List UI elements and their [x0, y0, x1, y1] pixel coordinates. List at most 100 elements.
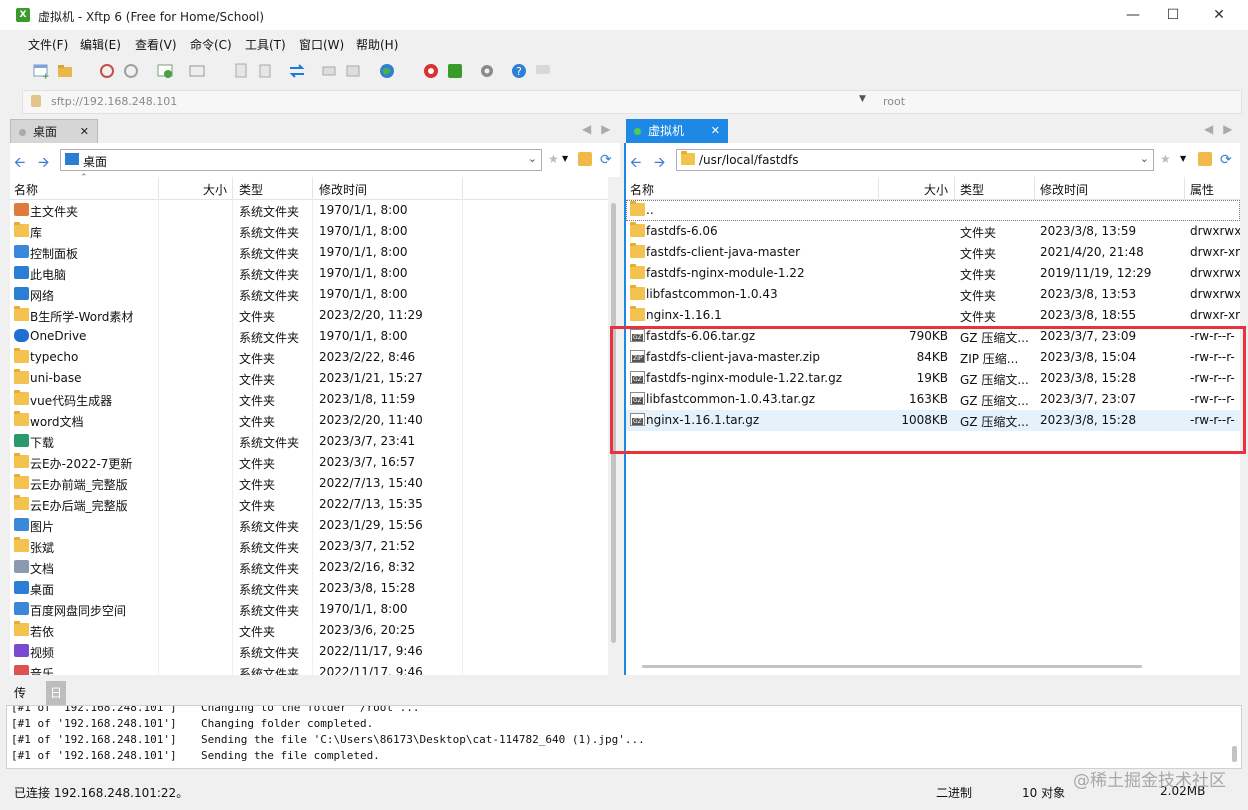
back-arrow-icon[interactable]: 🡨: [14, 152, 25, 176]
back-arrow-icon[interactable]: 🡨: [630, 152, 641, 176]
reconnect-icon[interactable]: [156, 62, 174, 80]
properties-icon[interactable]: [344, 62, 362, 80]
column-type[interactable]: 类型: [239, 181, 263, 198]
xshell-icon[interactable]: [422, 62, 440, 80]
chevron-down-icon[interactable]: ⌄: [1140, 152, 1149, 165]
chat-icon[interactable]: [534, 62, 552, 80]
column-divider[interactable]: [232, 177, 233, 199]
list-item[interactable]: 控制面板 系统文件夹 1970/1/1, 8:00: [10, 242, 608, 263]
column-size[interactable]: 大小: [924, 181, 948, 198]
list-item[interactable]: OneDrive 系统文件夹 1970/1/1, 8:00: [10, 326, 608, 347]
address-input[interactable]: sftp://192.168.248.101: [51, 95, 177, 108]
address-dropdown-icon[interactable]: ▼: [859, 94, 866, 104]
home-folder-icon[interactable]: [578, 152, 592, 166]
local-scrollbar[interactable]: [608, 177, 620, 675]
list-item[interactable]: 桌面 系统文件夹 2023/3/8, 15:28: [10, 578, 608, 599]
list-item[interactable]: fastdfs-nginx-module-1.22 文件夹 2019/11/19, …: [626, 263, 1240, 284]
list-item[interactable]: nginx-1.16.1 文件夹 2023/3/8, 18:55 drwxr-xr: [626, 305, 1240, 326]
list-item[interactable]: 主文件夹 系统文件夹 1970/1/1, 8:00: [10, 200, 608, 221]
remote-path-box[interactable]: /usr/local/fastdfs ⌄: [676, 149, 1154, 171]
close-button[interactable]: ✕: [1196, 0, 1242, 30]
log-scrollbar-thumb[interactable]: [1232, 746, 1237, 762]
list-item[interactable]: ZIP fastdfs-client-java-master.zip 84KB ZIP…: [626, 347, 1240, 368]
connect-icon[interactable]: [98, 62, 116, 80]
list-item[interactable]: 云E办后端_完整版 文件夹 2022/7/13, 15:35: [10, 494, 608, 515]
bookmark-dropdown-icon[interactable]: ▼: [1180, 154, 1194, 168]
scrollbar-thumb[interactable]: [611, 203, 616, 643]
left-tab-scroll-icon[interactable]: ◀▶: [582, 122, 620, 136]
globe-icon[interactable]: [378, 62, 396, 80]
close-tab-icon[interactable]: ✕: [711, 119, 720, 143]
list-item[interactable]: 若依 文件夹 2023/3/6, 20:25: [10, 620, 608, 641]
local-path-box[interactable]: 桌面 ⌄: [60, 149, 542, 171]
tab-transfer[interactable]: 传输: [10, 681, 30, 724]
column-divider[interactable]: [954, 177, 955, 199]
menu-view[interactable]: 查看(V): [135, 36, 177, 53]
list-item[interactable]: uni-base 文件夹 2023/1/21, 15:27: [10, 368, 608, 389]
list-item[interactable]: 视频 系统文件夹 2022/11/17, 9:46: [10, 641, 608, 662]
column-mtime[interactable]: 修改时间: [319, 181, 367, 198]
open-folder-icon[interactable]: [56, 62, 74, 80]
list-item[interactable]: 音乐 系统文件夹 2022/11/17, 9:46: [10, 662, 608, 675]
column-divider[interactable]: [878, 177, 879, 199]
refresh-icon[interactable]: ⟳: [1220, 152, 1234, 168]
list-item[interactable]: 网络 系统文件夹 1970/1/1, 8:00: [10, 284, 608, 305]
transfer-icon[interactable]: [288, 62, 306, 80]
terminal-icon[interactable]: [188, 62, 206, 80]
disconnect-icon[interactable]: [122, 62, 140, 80]
list-item[interactable]: GZ libfastcommon-1.0.43.tar.gz 163KB GZ 压缩文…: [626, 389, 1240, 410]
list-item[interactable]: 图片 系统文件夹 2023/1/29, 15:56: [10, 515, 608, 536]
column-name[interactable]: 名称: [14, 181, 38, 198]
list-item[interactable]: 百度网盘同步空间 系统文件夹 1970/1/1, 8:00: [10, 599, 608, 620]
menu-window[interactable]: 窗口(W): [299, 36, 344, 53]
menu-command[interactable]: 命令(C): [190, 36, 232, 53]
tab-local-desktop[interactable]: 桌面 ✕: [10, 119, 98, 143]
home-folder-icon[interactable]: [1198, 152, 1212, 166]
list-item[interactable]: 云E办前端_完整版 文件夹 2022/7/13, 15:40: [10, 473, 608, 494]
bookmark-star-icon[interactable]: ★: [1160, 152, 1174, 166]
menu-file[interactable]: 文件(F): [28, 36, 68, 53]
close-tab-icon[interactable]: ✕: [80, 120, 89, 144]
column-divider[interactable]: [158, 177, 159, 199]
column-divider[interactable]: [1034, 177, 1035, 199]
menu-edit[interactable]: 编辑(E): [80, 36, 121, 53]
list-item[interactable]: word文档 文件夹 2023/2/20, 11:40: [10, 410, 608, 431]
tab-remote-vm[interactable]: 虚拟机 ✕: [626, 119, 728, 143]
chevron-down-icon[interactable]: ⌄: [528, 152, 537, 165]
list-item[interactable]: GZ fastdfs-nginx-module-1.22.tar.gz 19KB GZ…: [626, 368, 1240, 389]
list-item[interactable]: 文档 系统文件夹 2023/2/16, 8:32: [10, 557, 608, 578]
list-item[interactable]: vue代码生成器 文件夹 2023/1/8, 11:59: [10, 389, 608, 410]
horizontal-scrollbar[interactable]: [642, 665, 1142, 668]
username-field[interactable]: root: [883, 95, 905, 108]
menu-tools[interactable]: 工具(T): [245, 36, 286, 53]
new-session-icon[interactable]: +: [32, 62, 50, 82]
column-mtime[interactable]: 修改时间: [1040, 181, 1088, 198]
forward-arrow-icon[interactable]: 🡪: [38, 152, 49, 176]
list-item[interactable]: libfastcommon-1.0.43 文件夹 2023/3/8, 13:53 dr…: [626, 284, 1240, 305]
bookmark-star-icon[interactable]: ★: [548, 152, 562, 166]
forward-arrow-icon[interactable]: 🡪: [654, 152, 665, 176]
list-item[interactable]: 张斌 系统文件夹 2023/3/7, 21:52: [10, 536, 608, 557]
paste-icon[interactable]: [256, 62, 274, 80]
xftp-icon[interactable]: [446, 62, 464, 80]
list-item[interactable]: GZ nginx-1.16.1.tar.gz 1008KB GZ 压缩文... 2023…: [626, 410, 1240, 431]
gear-icon[interactable]: [478, 62, 496, 80]
column-divider[interactable]: [462, 177, 463, 199]
maximize-button[interactable]: ☐: [1150, 0, 1196, 30]
menu-help[interactable]: 帮助(H): [356, 36, 398, 53]
column-attributes[interactable]: 属性: [1190, 181, 1214, 198]
list-item[interactable]: ..: [626, 200, 1240, 221]
column-type[interactable]: 类型: [960, 181, 984, 198]
list-item[interactable]: fastdfs-6.06 文件夹 2023/3/8, 13:59 drwxrwxi: [626, 221, 1240, 242]
bookmark-dropdown-icon[interactable]: ▼: [562, 154, 576, 168]
column-divider[interactable]: [312, 177, 313, 199]
copy-icon[interactable]: [232, 62, 250, 80]
list-item[interactable]: 此电脑 系统文件夹 1970/1/1, 8:00: [10, 263, 608, 284]
column-divider[interactable]: [1184, 177, 1185, 199]
address-bar[interactable]: sftp://192.168.248.101 ▼ root: [22, 90, 1242, 114]
tab-log[interactable]: 日志: [46, 681, 67, 724]
help-icon[interactable]: ?: [510, 62, 528, 80]
list-item[interactable]: GZ fastdfs-6.06.tar.gz 790KB GZ 压缩文... 2023/…: [626, 326, 1240, 347]
list-item[interactable]: 云E办-2022-7更新 文件夹 2023/3/7, 16:57: [10, 452, 608, 473]
list-item[interactable]: typecho 文件夹 2023/2/22, 8:46: [10, 347, 608, 368]
